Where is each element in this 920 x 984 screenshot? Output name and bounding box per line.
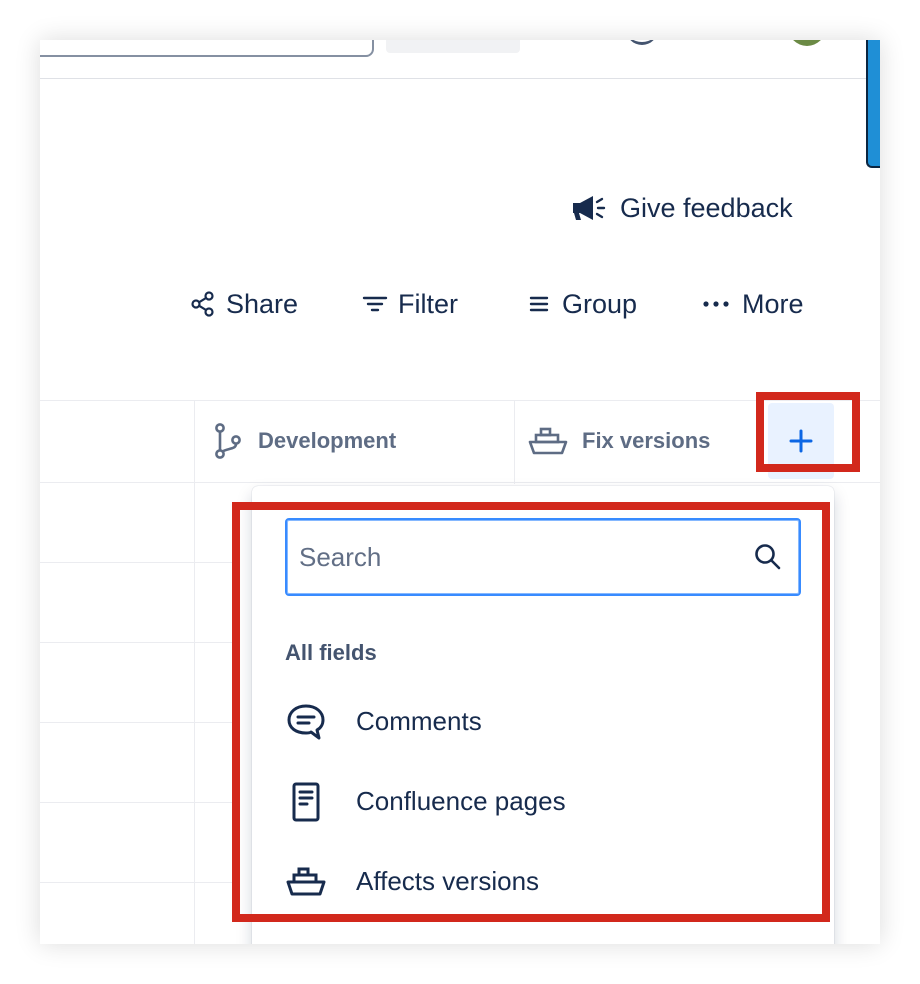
more-button[interactable]: More: [702, 284, 804, 324]
group-label: Group: [562, 288, 638, 319]
branch-icon: [215, 423, 241, 459]
filter-button[interactable]: Filter: [362, 284, 458, 324]
give-feedback-button[interactable]: Give feedback: [570, 190, 793, 226]
share-icon: [191, 291, 214, 317]
divider: [40, 482, 880, 483]
menu-item-affects-versions[interactable]: Affects versions: [252, 841, 834, 921]
more-label: More: [742, 288, 804, 319]
filter-label: Filter: [398, 288, 458, 319]
app-window: Give feedback Share Filter Group More De…: [40, 40, 880, 944]
divider: [194, 400, 195, 944]
add-field-dropdown: All fields Comments Confluence pages Aff…: [252, 486, 834, 944]
share-label: Share: [226, 288, 299, 319]
megaphone-icon: [573, 196, 606, 220]
group-icon: [529, 296, 549, 312]
field-search-box[interactable]: [285, 518, 801, 596]
column-header-fix-versions[interactable]: Fix versions: [528, 400, 710, 482]
avatar[interactable]: [788, 40, 826, 46]
divider: [40, 722, 240, 723]
group-button[interactable]: Group: [526, 284, 637, 324]
search-icon[interactable]: [753, 542, 783, 572]
menu-item-confluence-pages[interactable]: Confluence pages: [252, 761, 834, 841]
column-header-development[interactable]: Development: [212, 400, 396, 482]
all-fields-heading: All fields: [285, 640, 377, 665]
global-search-field[interactable]: [40, 40, 374, 57]
plus-icon: [789, 429, 813, 453]
column-header-label: Fix versions: [582, 428, 711, 453]
ship-icon: [286, 867, 326, 896]
column-header-label: Development: [258, 428, 397, 453]
divider: [514, 400, 515, 484]
divider: [40, 400, 880, 401]
ship-icon: [528, 427, 568, 455]
more-icon: [703, 301, 729, 307]
divider: [40, 562, 240, 563]
page-icon: [292, 782, 320, 822]
menu-item-label: Confluence pages: [356, 786, 566, 816]
top-navigation: [40, 40, 880, 79]
view-toolbar: Share Filter Group More: [190, 284, 810, 324]
divider: [40, 642, 240, 643]
side-panel-edge[interactable]: [866, 40, 880, 168]
share-button[interactable]: Share: [190, 284, 298, 324]
menu-item-label: Comments: [356, 706, 482, 736]
help-icon[interactable]: [626, 40, 658, 45]
top-nav-button[interactable]: [386, 40, 520, 53]
divider: [40, 882, 240, 883]
menu-item-label: Affects versions: [356, 866, 540, 896]
give-feedback-label: Give feedback: [620, 192, 793, 223]
filter-icon: [362, 296, 388, 312]
add-column-button[interactable]: [768, 403, 834, 479]
divider: [40, 802, 240, 803]
menu-item-comments[interactable]: Comments: [252, 681, 834, 761]
field-search-input[interactable]: [299, 520, 739, 594]
comment-icon: [287, 704, 325, 740]
